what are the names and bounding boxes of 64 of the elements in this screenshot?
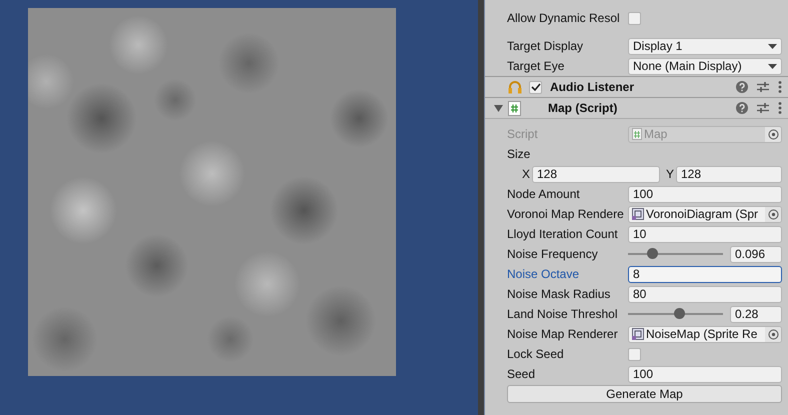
- sprite-renderer-icon: [632, 328, 644, 340]
- dropdown-value: Display 1: [633, 39, 682, 53]
- dropdown[interactable]: None (Main Display): [628, 58, 782, 74]
- help-icon: [736, 102, 748, 114]
- slider-thumb[interactable]: [674, 308, 686, 319]
- object-value: Map: [644, 127, 668, 141]
- kebab-menu-icon: [778, 102, 782, 114]
- field-label: Size: [507, 147, 532, 161]
- sprite-renderer-icon: [632, 208, 644, 220]
- dropdown[interactable]: Display 1: [628, 38, 782, 54]
- field-label: Noise Frequency: [507, 247, 599, 261]
- settings-sliders-icon: [757, 81, 769, 93]
- checkmark-icon: [530, 82, 540, 92]
- input-field[interactable]: 128: [532, 166, 660, 182]
- field-label: Lloyd Iteration Count: [507, 227, 619, 241]
- component-title: Audio Listener: [550, 80, 636, 94]
- caret-icon: [768, 44, 777, 48]
- dropdown-value: None (Main Display): [633, 59, 742, 73]
- object-picker[interactable]: [765, 206, 781, 222]
- input-field[interactable]: 100: [628, 366, 782, 382]
- target-icon: [768, 328, 778, 340]
- object-picker[interactable]: [765, 326, 781, 342]
- field-label: Noise Map Renderer: [507, 327, 619, 341]
- field-label: Target Display: [507, 39, 584, 53]
- field-label: Lock Seed: [507, 347, 565, 361]
- component-title: Map (Script): [548, 101, 618, 115]
- input-field[interactable]: 128: [676, 166, 782, 182]
- target-icon: [768, 208, 778, 220]
- settings-sliders-icon: [757, 102, 769, 114]
- field-label: Allow Dynamic Resol: [507, 11, 621, 25]
- field-label: Seed: [507, 367, 536, 381]
- axis-label: Y: [666, 167, 676, 181]
- input-field[interactable]: 80: [628, 286, 782, 302]
- field-label: Land Noise Threshol: [507, 307, 619, 321]
- component-header[interactable]: Map (Script): [485, 97, 788, 118]
- input-field[interactable]: 10: [628, 226, 782, 242]
- field-label: Noise Mask Radius: [507, 287, 612, 301]
- field-label: Target Eye: [507, 59, 566, 73]
- field-label: Script: [507, 127, 539, 141]
- object-value: VoronoiDiagram (Spr: [646, 207, 760, 221]
- object-field[interactable]: VoronoiDiagram (Spr: [628, 206, 782, 222]
- input-field[interactable]: 8: [628, 266, 782, 282]
- checkbox[interactable]: [628, 12, 641, 24]
- checkbox[interactable]: [628, 348, 641, 360]
- slider-thumb[interactable]: [646, 248, 658, 259]
- axis-label: X: [522, 167, 532, 181]
- kebab-menu-icon: [778, 81, 782, 93]
- target-icon: [768, 128, 778, 140]
- input-field[interactable]: 0.096: [730, 246, 782, 262]
- object-value: NoiseMap (Sprite Re: [646, 327, 758, 341]
- component-header[interactable]: Audio Listener: [485, 76, 788, 97]
- input-field[interactable]: 0.28: [730, 306, 782, 322]
- caret-icon: [768, 64, 777, 68]
- help-icon: [736, 81, 748, 93]
- script-file-icon: [508, 100, 521, 116]
- generate-button[interactable]: Generate Map: [507, 385, 782, 403]
- headphones-icon: [508, 80, 522, 94]
- field-label: Node Amount: [507, 187, 581, 201]
- field-label: Noise Octave: [507, 267, 580, 281]
- object-field[interactable]: NoiseMap (Sprite Re: [628, 326, 782, 342]
- field-label: Voronoi Map Rendere: [507, 207, 625, 221]
- input-field[interactable]: 100: [628, 186, 782, 202]
- enable-checkbox[interactable]: [529, 80, 542, 94]
- script-file-icon: [632, 128, 642, 140]
